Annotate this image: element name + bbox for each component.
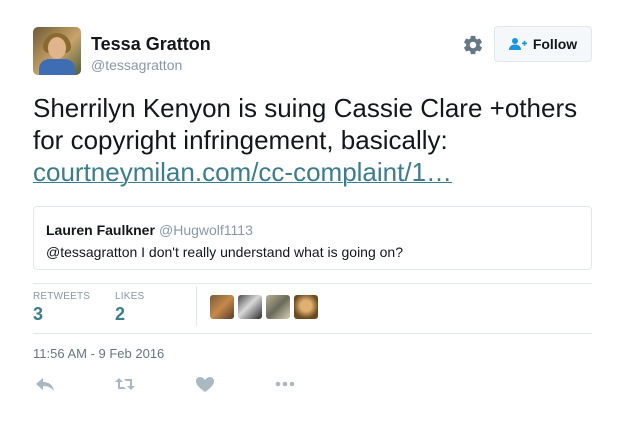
tweet-timestamp[interactable]: 11:56 AM - 9 Feb 2016: [33, 346, 164, 361]
tweet-body: Sherrilyn Kenyon is suing Cassie Clare +…: [33, 93, 578, 155]
quoted-tweet[interactable]: Lauren Faulkner @Hugwolf1113 @tessagratt…: [33, 206, 592, 270]
author-handle[interactable]: @tessagratton: [91, 57, 182, 73]
more-dots-icon[interactable]: [274, 374, 296, 394]
likes-count[interactable]: 2: [115, 304, 125, 325]
follow-label: Follow: [532, 36, 578, 52]
stats-vertical-divider: [196, 286, 197, 326]
stats-bottom-divider: [33, 333, 592, 334]
quote-author-name: Lauren Faulkner: [46, 222, 155, 238]
gear-icon[interactable]: [462, 34, 484, 56]
tweet-text: Sherrilyn Kenyon is suing Cassie Clare +…: [33, 92, 593, 188]
likes-label[interactable]: LIKES: [115, 291, 144, 302]
like-heart-icon[interactable]: [194, 374, 216, 394]
stats-top-divider: [33, 283, 592, 284]
liker-avatar[interactable]: [210, 295, 234, 319]
follow-button[interactable]: Follow: [494, 26, 592, 62]
liker-avatar[interactable]: [294, 295, 318, 319]
author-avatar[interactable]: [33, 27, 81, 75]
retweets-label[interactable]: RETWEETS: [33, 291, 90, 302]
avatar-face: [48, 37, 66, 59]
quote-text: @tessagratton I don't really understand …: [46, 244, 403, 260]
author-name[interactable]: Tessa Gratton: [91, 34, 211, 55]
liker-avatar[interactable]: [238, 295, 262, 319]
reply-icon[interactable]: [34, 374, 56, 394]
retweet-icon[interactable]: [114, 374, 136, 394]
quote-author-handle: @Hugwolf1113: [159, 222, 253, 238]
tweet-link[interactable]: courtneymilan.com/cc-complaint/1…: [33, 157, 452, 187]
retweets-count[interactable]: 3: [33, 304, 43, 325]
liker-avatar[interactable]: [266, 295, 290, 319]
follow-person-plus-icon: [508, 38, 527, 50]
avatar-shirt: [39, 59, 75, 75]
